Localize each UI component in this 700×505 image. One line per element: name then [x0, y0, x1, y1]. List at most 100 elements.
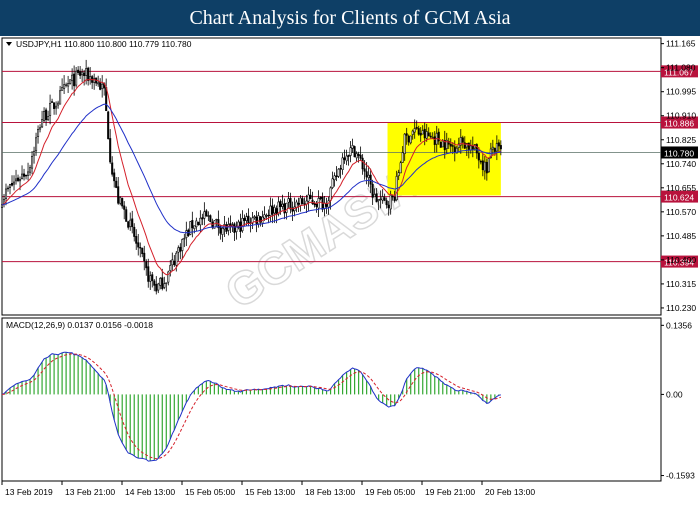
chart-banner: Chart Analysis for Clients of GCM Asia — [0, 0, 700, 36]
candle-body — [325, 203, 328, 207]
candle-body — [399, 162, 402, 174]
candle-body — [439, 141, 442, 148]
candle-body — [193, 225, 196, 229]
candle-body — [375, 193, 378, 203]
candle-body — [257, 215, 260, 225]
candle-body — [49, 103, 52, 116]
candle-body — [155, 283, 158, 292]
candle-body — [55, 105, 58, 109]
candle-body — [331, 178, 334, 188]
candle-body — [477, 153, 480, 161]
candle-body — [233, 223, 236, 233]
candle-body — [267, 214, 270, 217]
candle-body — [21, 173, 24, 180]
candle-body — [483, 161, 486, 172]
candle-body — [77, 69, 80, 73]
macd-y-tick-label: -0.1593 — [666, 471, 695, 481]
candle-body — [327, 200, 330, 208]
candle-body — [43, 111, 46, 122]
candle-body — [329, 187, 332, 201]
candle-body — [415, 126, 418, 129]
candle-body — [83, 72, 86, 77]
y-tick-label: 110.400 — [666, 255, 696, 265]
candle-body — [135, 236, 138, 244]
candle-body — [347, 154, 350, 157]
candle-body — [181, 239, 184, 251]
candle-body — [101, 83, 104, 89]
candle-body — [373, 194, 376, 198]
candle-body — [63, 84, 66, 89]
candle-body — [87, 67, 90, 81]
candle-body — [165, 282, 168, 284]
x-tick-label: 20 Feb 13:00 — [485, 487, 535, 497]
candle-body — [255, 216, 258, 224]
candle-body — [4, 188, 8, 199]
macd-panel-frame — [1, 317, 662, 482]
candle-body — [203, 211, 206, 219]
candle-body — [421, 130, 424, 135]
candle-body — [393, 196, 396, 202]
x-tick-label: 13 Feb 21:00 — [65, 487, 115, 497]
candle-body — [97, 82, 100, 85]
candle-body — [99, 82, 102, 90]
candle-body — [163, 283, 166, 288]
candle-body — [271, 205, 274, 215]
candle-body — [133, 226, 136, 237]
y-tick-label: 110.570 — [666, 207, 696, 217]
candle-body — [59, 90, 62, 105]
candle-body — [273, 207, 276, 214]
candle-body — [111, 162, 114, 175]
candle-body — [243, 218, 246, 221]
candle-body — [25, 174, 28, 177]
candle-body — [27, 171, 30, 176]
candle-body — [433, 136, 436, 145]
candle-body — [337, 168, 340, 177]
candle-body — [339, 167, 342, 170]
candle-body — [129, 219, 132, 227]
candle-body — [479, 160, 482, 163]
candle-body — [353, 146, 356, 158]
candle-body — [409, 135, 412, 144]
candle-body — [173, 260, 176, 265]
candle-body — [301, 198, 304, 204]
candle-body — [423, 128, 426, 139]
candle-body — [6, 187, 10, 190]
candle-body — [123, 205, 126, 210]
y-tick-label: 110.740 — [666, 159, 696, 169]
candle-body — [127, 221, 130, 228]
candle-body — [405, 133, 408, 136]
candle-body — [71, 74, 74, 82]
candle-body — [481, 160, 484, 171]
candle-body — [125, 209, 128, 222]
candle-body — [333, 175, 336, 181]
candle-body — [379, 198, 382, 201]
candle-body — [161, 277, 164, 290]
candle-body — [429, 135, 432, 138]
y-tick-label: 110.910 — [666, 111, 696, 121]
candle-body — [289, 198, 292, 210]
y-tick-label: 111.080 — [666, 63, 696, 73]
candle-body — [121, 198, 124, 207]
macd-y-tick-label: 0.1356 — [666, 320, 692, 330]
candle-body — [147, 266, 150, 282]
candle-body — [201, 217, 204, 220]
main-panel-frame — [1, 37, 662, 316]
candle-body — [157, 283, 160, 291]
candle-body — [69, 79, 72, 84]
candle-body — [159, 278, 162, 286]
candle-body — [197, 221, 200, 226]
candle-body — [85, 68, 88, 76]
candle-body — [427, 132, 430, 137]
candle-body — [195, 220, 198, 228]
candle-body — [411, 130, 414, 135]
candle-body — [51, 101, 54, 103]
candle-body — [119, 197, 122, 204]
y-tick-label: 110.655 — [666, 183, 696, 193]
candle-body — [485, 161, 488, 174]
candle-body — [35, 137, 38, 152]
candle-body — [81, 71, 84, 76]
y-tick-label: 110.230 — [666, 303, 696, 313]
candle-body — [253, 216, 256, 219]
candle-body — [179, 246, 182, 252]
candle-body — [425, 131, 428, 139]
